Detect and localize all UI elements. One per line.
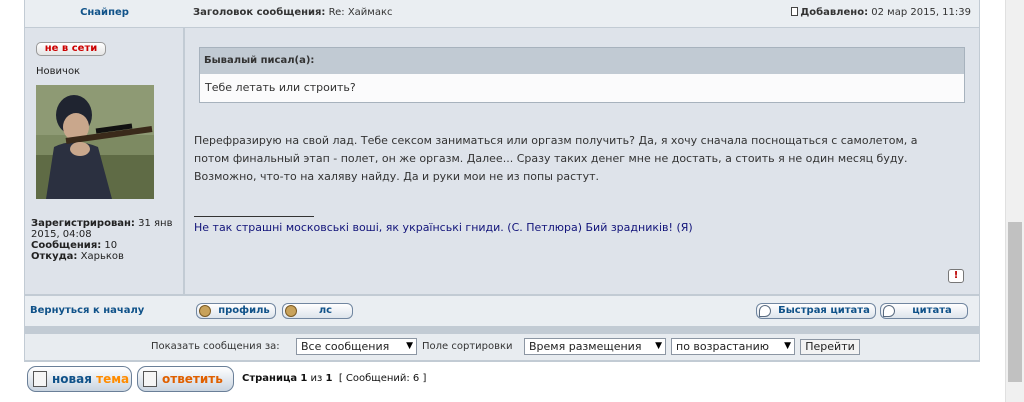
page-label: Страница xyxy=(242,373,298,384)
quote-button[interactable]: цитата xyxy=(880,303,968,319)
avatar xyxy=(36,85,154,199)
post-body: Перефразирую на свой лад. Тебе сексом за… xyxy=(194,132,974,186)
post-body-line: потом финальный этап - полет, он же орга… xyxy=(194,152,908,165)
posts-value: 10 xyxy=(104,240,118,251)
user-icon xyxy=(199,305,211,317)
signature-text: Не так страшні московські воші, як украї… xyxy=(194,221,693,234)
registered-label: Зарегистрирован: xyxy=(31,218,135,229)
posted-label: Добавлено: xyxy=(800,7,869,18)
reply-button[interactable]: ответить xyxy=(137,366,234,392)
posted-date: 02 мар 2015, 11:39 xyxy=(871,7,971,18)
pagination: Страница 1 из 1 [ Сообщений: 6 ] xyxy=(242,366,426,392)
quote-button-label: цитата xyxy=(912,305,952,316)
go-button[interactable]: Перейти xyxy=(800,339,860,355)
posts-label: Сообщения: xyxy=(31,240,102,251)
subject-label: Заголовок сообщения: xyxy=(193,7,326,18)
message-count: [ Сообщений: 6 ] xyxy=(338,373,427,384)
post-body-line: Перефразирую на свой лад. Тебе сексом за… xyxy=(194,134,918,147)
new-topic-accent: тема xyxy=(96,372,130,386)
private-message-button[interactable]: лс xyxy=(282,303,353,319)
sort-field-label: Поле сортировки xyxy=(422,341,513,352)
post-date: Добавлено: 02 мар 2015, 11:39 xyxy=(791,0,971,25)
quick-quote-button[interactable]: Быстрая цитата xyxy=(756,303,876,319)
page-of-label: из xyxy=(310,373,323,384)
profile-button-label: профиль xyxy=(218,305,270,316)
sort-order-value: по возрастанию xyxy=(676,340,770,353)
from-value: Харьков xyxy=(80,251,124,262)
avatar-image xyxy=(36,85,154,199)
show-posts-select[interactable]: Все сообщения ▼ xyxy=(296,338,417,355)
show-posts-label: Показать сообщения за: xyxy=(151,341,280,352)
chevron-down-icon: ▼ xyxy=(655,341,662,351)
profile-button[interactable]: профиль xyxy=(196,303,276,319)
from-label: Откуда: xyxy=(31,251,78,262)
users-icon xyxy=(285,305,297,317)
reply-page-icon xyxy=(143,371,157,387)
page-total: 1 xyxy=(325,373,333,384)
from-line: Откуда: Харьков xyxy=(31,251,181,262)
post-subject: Заголовок сообщения: Re: Хаймакс xyxy=(193,0,393,25)
post-content-column: Бывалый писал(а): Тебе летать или строит… xyxy=(185,28,979,294)
quote-bubble-icon xyxy=(759,305,771,317)
scrollbar-thumb[interactable] xyxy=(1008,222,1022,382)
post-actions-row: Вернуться к началу профиль лс Быстрая ци… xyxy=(25,296,979,326)
quote-text: Тебе летать или строить? xyxy=(205,81,356,94)
new-topic-button[interactable]: новая тема xyxy=(27,366,132,392)
post-link-icon[interactable] xyxy=(791,7,799,16)
chevron-down-icon: ▼ xyxy=(784,341,791,351)
quote-block: Бывалый писал(а): Тебе летать или строит… xyxy=(199,47,965,103)
new-topic-label: новая xyxy=(52,372,92,386)
show-posts-value: Все сообщения xyxy=(301,340,390,353)
back-to-top-link[interactable]: Вернуться к началу xyxy=(30,296,144,326)
poster-rank: Новичок xyxy=(36,66,81,77)
sort-bar: Показать сообщения за: Все сообщения ▼ П… xyxy=(25,334,979,360)
poster-profile-column: не в сети Новичок Зарегистрирован: 31 ян… xyxy=(25,28,183,294)
pm-button-label: лс xyxy=(318,305,333,316)
poster-details: Зарегистрирован: 31 янв 2015, 04:08 Сооб… xyxy=(31,218,181,262)
quick-quote-label: Быстрая цитата xyxy=(778,305,870,316)
new-page-icon xyxy=(33,371,47,387)
forum-post-table: Снайпер Заголовок сообщения: Re: Хаймакс… xyxy=(24,0,980,362)
sort-field-select[interactable]: Время размещения ▼ xyxy=(524,338,666,355)
sort-order-select[interactable]: по возрастанию ▼ xyxy=(671,338,795,355)
signature-divider xyxy=(194,216,314,217)
quote-header: Бывалый писал(а): xyxy=(200,48,964,74)
post-header-row: Снайпер Заголовок сообщения: Re: Хаймакс… xyxy=(25,0,979,27)
sort-field-value: Время размещения xyxy=(529,340,642,353)
post-author-link[interactable]: Снайпер xyxy=(26,0,183,27)
page-current: 1 xyxy=(300,373,308,384)
report-post-icon[interactable]: ! xyxy=(948,269,964,283)
reply-label: ответить xyxy=(162,372,223,386)
chevron-down-icon: ▼ xyxy=(406,341,413,351)
quote-bubble-icon xyxy=(883,305,895,317)
online-status-badge: не в сети xyxy=(36,42,106,56)
vertical-scrollbar[interactable] xyxy=(1005,0,1024,402)
subject-text: Re: Хаймакс xyxy=(328,7,393,18)
post-body-line: Возможно, что-то на халяву найду. Да и р… xyxy=(194,170,599,183)
posts-line: Сообщения: 10 xyxy=(31,240,181,251)
registered-line: Зарегистрирован: 31 янв 2015, 04:08 xyxy=(31,218,181,240)
